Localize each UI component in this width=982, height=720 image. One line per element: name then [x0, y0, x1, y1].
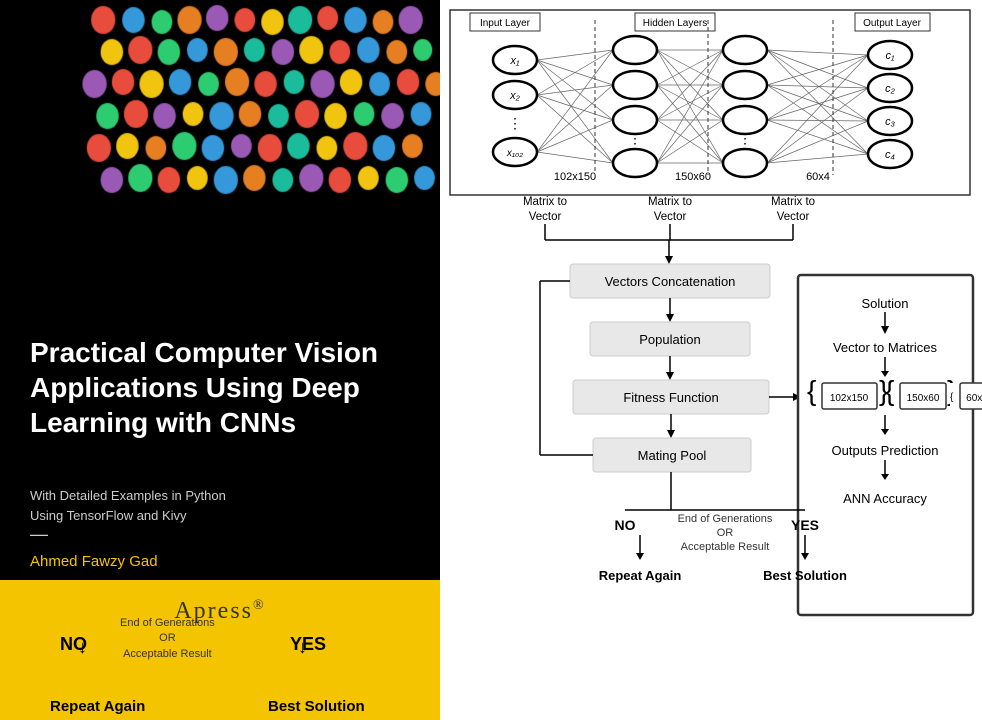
- svg-text:Vector: Vector: [777, 211, 810, 223]
- book-cover: Practical Computer Vision Applications U…: [0, 0, 440, 720]
- repeat-again-label: Repeat Again: [50, 698, 145, 715]
- svg-text:{: {: [885, 375, 894, 406]
- svg-text:c₂: c₂: [885, 83, 896, 95]
- svg-text:Matrix to: Matrix to: [648, 196, 692, 208]
- svg-text:102x150: 102x150: [830, 393, 869, 404]
- end-of-gen-label: End of Generations OR Acceptable Result: [120, 616, 215, 662]
- svg-text:Population: Population: [639, 332, 700, 347]
- svg-text:Best Solution: Best Solution: [763, 568, 847, 583]
- svg-text:Vector to Matrices: Vector to Matrices: [833, 340, 938, 355]
- svg-text:Acceptable Result: Acceptable Result: [681, 541, 770, 553]
- svg-text:c₄: c₄: [885, 149, 895, 161]
- svg-text:Input Layer: Input Layer: [480, 18, 531, 29]
- book-subtitle: With Detailed Examples in Python Using T…: [30, 486, 420, 525]
- svg-text:End of Generations: End of Generations: [678, 513, 773, 525]
- diagram-panel: Input Layer Hidden Layers Output Layer x…: [440, 0, 982, 720]
- svg-text:x₁: x₁: [510, 55, 521, 67]
- book-author: Ahmed Fawzy Gad: [30, 553, 158, 570]
- svg-text:60x4: 60x4: [806, 171, 830, 183]
- yes-label: YES: [290, 634, 326, 655]
- svg-text:60x4: 60x4: [966, 393, 982, 404]
- svg-text:⋮: ⋮: [738, 135, 752, 151]
- svg-text:Hidden Layers: Hidden Layers: [643, 18, 707, 29]
- svg-text:Fitness Function: Fitness Function: [623, 390, 718, 405]
- diagram-svg: Input Layer Hidden Layers Output Layer x…: [440, 0, 982, 720]
- svg-text:Vector: Vector: [529, 211, 562, 223]
- svg-text:Outputs Prediction: Outputs Prediction: [832, 443, 939, 458]
- svg-text:⋮: ⋮: [508, 115, 522, 131]
- svg-text:{: {: [950, 392, 954, 403]
- svg-text:⋮: ⋮: [628, 135, 642, 151]
- svg-text:Mating Pool: Mating Pool: [638, 448, 707, 463]
- svg-text:102x150: 102x150: [554, 171, 596, 183]
- svg-text:c₁: c₁: [886, 50, 896, 62]
- svg-text:}: }: [879, 375, 888, 406]
- svg-text:Output Layer: Output Layer: [863, 18, 921, 29]
- book-dash: —: [30, 524, 48, 545]
- svg-text:YES: YES: [791, 517, 819, 533]
- svg-text:x₁₀₂: x₁₀₂: [506, 148, 523, 159]
- svg-text:Vectors Concatenation: Vectors Concatenation: [605, 274, 736, 289]
- svg-text:Vector: Vector: [654, 211, 687, 223]
- svg-text:}: }: [947, 375, 956, 406]
- yellow-bar: Apress® NO ↓ End of Generations OR Accep…: [0, 580, 440, 720]
- svg-text:150x60: 150x60: [675, 171, 711, 183]
- svg-text:{: {: [807, 375, 816, 406]
- arrow-no: ↓: [78, 637, 87, 658]
- arrow-yes: ↓: [298, 637, 307, 658]
- svg-text:c₃: c₃: [885, 116, 896, 128]
- svg-text:Solution: Solution: [862, 296, 909, 311]
- svg-text:Matrix to: Matrix to: [523, 196, 567, 208]
- svg-text:Repeat Again: Repeat Again: [599, 568, 682, 583]
- svg-text:Matrix to: Matrix to: [771, 196, 815, 208]
- best-solution-label: Best Solution: [268, 698, 365, 715]
- svg-text:OR: OR: [717, 527, 734, 539]
- svg-text:150x60: 150x60: [907, 393, 940, 404]
- svg-text:NO: NO: [615, 517, 636, 533]
- svg-text:x₂: x₂: [509, 90, 521, 102]
- svg-text:ANN Accuracy: ANN Accuracy: [843, 491, 927, 506]
- publisher-symbol: ®: [253, 598, 266, 613]
- book-title: Practical Computer Vision Applications U…: [30, 335, 420, 440]
